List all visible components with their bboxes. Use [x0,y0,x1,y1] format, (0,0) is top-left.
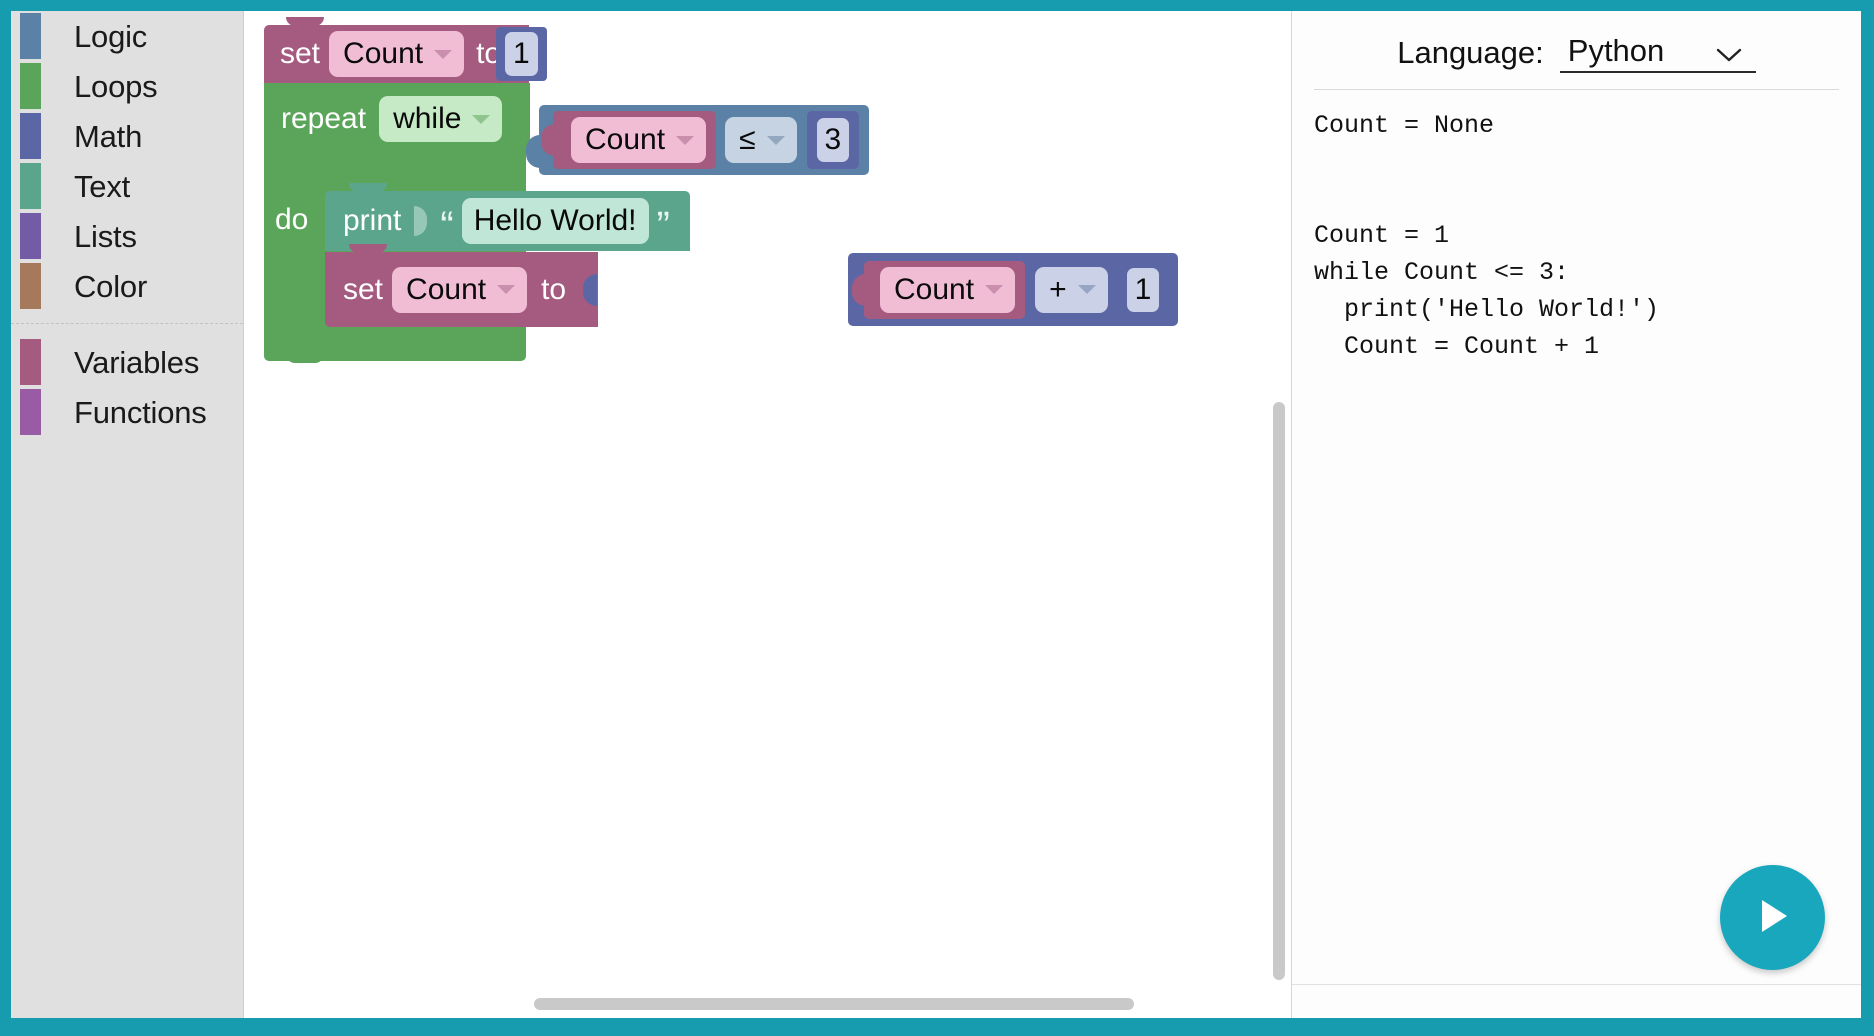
sidebar-item-label: Math [74,118,143,154]
workspace-horizontal-scrollbar[interactable] [534,998,1134,1010]
run-button[interactable] [1720,865,1825,970]
sidebar-item-label: Loops [74,68,158,104]
block-variable-get[interactable]: Count [852,260,1026,319]
language-label: Language: [1397,35,1544,70]
variable-name: Count [585,123,666,156]
language-selector-row: Language: Python JavaScript Lua Dart PHP… [1292,11,1861,79]
text-input-socket [410,191,432,251]
block-notch-top [286,17,324,26]
variable-name: Count [343,37,424,70]
block-set-variable[interactable]: set Count to [325,244,599,327]
comparison-operator-dropdown[interactable]: ≤ [725,117,797,163]
arithmetic-operator: + [1049,272,1067,306]
category-color-swatch-lists [20,213,41,259]
open-quote-icon: “ [440,204,454,248]
sidebar-item-variables[interactable]: Variables [11,337,243,387]
generated-code-panel: Language: Python JavaScript Lua Dart PHP… [1291,11,1861,1018]
variable-name: Count [406,272,487,306]
variable-dropdown-count[interactable]: Count [571,117,707,163]
sidebar-item-label: Lists [74,218,137,254]
number-field[interactable]: 3 [816,118,850,162]
block-number-literal[interactable]: 1 [496,27,547,81]
block-variable-get[interactable]: Count [541,111,717,169]
category-color-swatch-text [20,163,41,209]
play-triangle-icon [1753,894,1793,941]
block-arithmetic[interactable]: Count + 1 [848,253,1179,326]
variable-dropdown-count[interactable]: Count [329,31,465,77]
block-notch-top [349,183,387,192]
block-keyword-repeat: repeat [281,102,367,135]
category-color-swatch-color [20,263,41,309]
app-inner: Logic Loops Math Text Lists Color Variab… [11,11,1861,1018]
block-keyword-set: set [343,272,384,306]
sidebar-item-loops[interactable]: Loops [11,61,243,111]
number-field[interactable]: 1 [1126,267,1160,312]
language-select-wrapper: Python JavaScript Lua Dart PHP XML [1559,33,1756,73]
chevron-down-icon [766,135,785,145]
block-repeat-while-header: repeat while [264,94,503,144]
generated-code-text: Count = None Count = 1 while Count <= 3:… [1314,111,1660,361]
chevron-down-icon [676,135,695,145]
chevron-down-icon [434,49,453,59]
comparison-operator: ≤ [739,123,756,156]
block-comparison[interactable]: Count ≤ 3 [539,105,870,175]
block-keyword-set: set [280,37,321,70]
block-notch-top [349,244,387,253]
category-color-swatch-loops [20,63,41,109]
chevron-down-icon [1077,285,1096,294]
loop-mode-value: while [393,102,462,135]
chevron-down-icon [472,114,491,124]
sidebar-item-lists[interactable]: Lists [11,211,243,261]
app-frame: Logic Loops Math Text Lists Color Variab… [0,0,1874,1036]
text-field[interactable]: Hello World! [461,198,649,244]
chevron-down-icon [497,285,516,294]
block-set-variable[interactable]: set Count to [264,17,530,83]
block-keyword-print: print [343,204,402,237]
sidebar-item-label: Text [74,168,131,204]
loop-mode-dropdown[interactable]: while [379,96,503,142]
block-category-toolbox: Logic Loops Math Text Lists Color Variab… [11,11,244,1018]
sidebar-item-functions[interactable]: Functions [11,387,243,437]
arithmetic-operator-dropdown[interactable]: + [1035,266,1108,313]
variable-name: Count [894,272,975,306]
variable-dropdown-count[interactable]: Count [392,266,528,313]
category-color-swatch-variables [20,339,41,385]
block-label-do: do [275,203,309,236]
block-print[interactable]: print “ Hello World! ” [325,183,690,251]
sidebar-item-math[interactable]: Math [11,111,243,161]
sidebar-item-color[interactable]: Color [11,261,243,311]
variable-dropdown-count[interactable]: Count [880,266,1016,313]
number-field[interactable]: 1 [505,32,538,76]
category-color-swatch-logic [20,13,41,59]
code-panel-footer [1292,984,1861,1018]
sidebar-item-label: Color [74,268,148,304]
block-text-literal[interactable]: “ Hello World! ” [432,191,684,251]
sidebar-item-label: Variables [74,344,200,380]
chevron-down-icon [985,285,1004,294]
block-notch-bottom [286,354,324,363]
sidebar-item-label: Logic [74,18,148,54]
language-select[interactable]: Python JavaScript Lua Dart PHP XML [1559,33,1756,73]
toolbox-separator [11,311,243,337]
category-color-swatch-math [20,113,41,159]
block-canvas: set Count to 1 repeat while do Count ≤ 3… [244,11,1291,1018]
blockly-workspace[interactable]: set Count to 1 repeat while do Count ≤ 3… [244,11,1291,1018]
category-color-swatch-functions [20,389,41,435]
block-number-literal[interactable]: 3 [806,111,860,169]
sidebar-item-label: Functions [74,394,207,430]
workspace-vertical-scrollbar[interactable] [1273,402,1285,980]
close-quote-icon: ” [656,204,670,248]
block-number-literal[interactable]: 1 [1118,260,1168,319]
sidebar-item-text[interactable]: Text [11,161,243,211]
block-connector-to: to [541,272,567,306]
sidebar-item-logic[interactable]: Logic [11,11,243,61]
